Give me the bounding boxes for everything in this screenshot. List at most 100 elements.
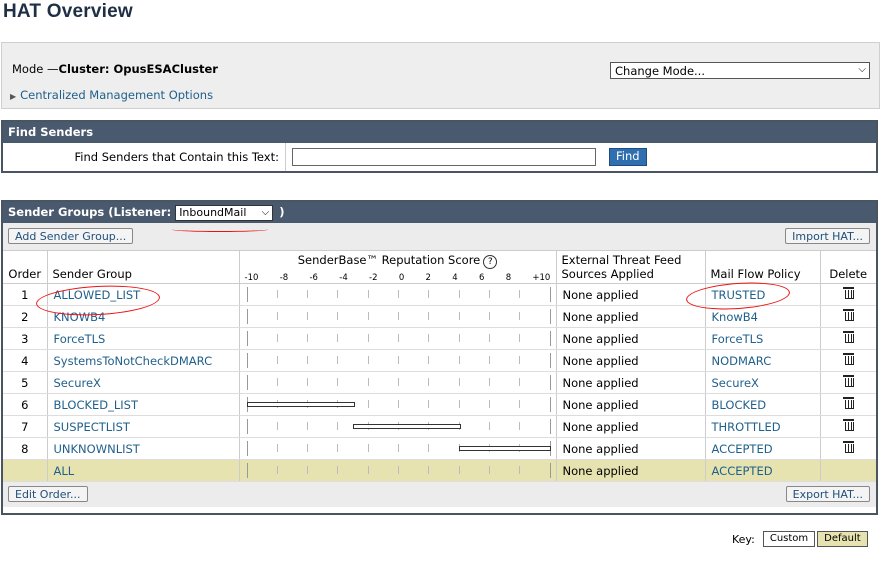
scale-end-mark <box>549 331 551 346</box>
delete-cell <box>820 393 876 416</box>
table-row: 4 SystemsToNotCheckDMARC None applied NODMA… <box>3 349 876 372</box>
scale-end-mark <box>246 441 248 456</box>
trash-icon[interactable] <box>842 287 854 299</box>
scale-tick-mark <box>276 378 278 386</box>
export-hat-button[interactable]: Export HAT... <box>785 486 870 502</box>
mail-flow-policy-link[interactable]: ACCEPTED <box>712 464 773 478</box>
sender-group-cell: SUSPECTLIST <box>47 415 240 438</box>
order-cell: 5 <box>3 371 48 394</box>
find-button[interactable]: Find <box>609 148 647 166</box>
col-mail-flow-policy: Mail Flow Policy <box>705 251 821 284</box>
sender-group-link[interactable]: ALL <box>54 464 75 478</box>
external-threat-cell: None applied <box>556 459 706 482</box>
scale-tick-mark <box>458 466 460 474</box>
scale-tick-mark <box>398 444 399 452</box>
trash-icon[interactable] <box>842 353 854 365</box>
reputation-score-cell <box>239 349 557 372</box>
scale-tick-mark <box>367 312 369 320</box>
find-senders-input[interactable] <box>292 148 596 166</box>
delete-cell <box>820 283 876 306</box>
table-row-all: ALL None applied ACCEPTED <box>3 459 876 482</box>
mail-flow-policy-cell: NODMARC <box>705 349 821 372</box>
scale-tick-mark <box>458 290 460 298</box>
sender-group-cell: SecureX <box>47 371 240 394</box>
scale-tick-mark <box>488 312 490 320</box>
scale-end-mark <box>549 463 551 478</box>
scale-tick-mark <box>519 312 521 320</box>
scale-tick-mark <box>428 334 430 342</box>
scale-tick-mark <box>337 444 339 452</box>
scale-tick-mark <box>307 378 309 386</box>
mail-flow-policy-link[interactable]: ForceTLS <box>712 332 764 346</box>
sender-group-link[interactable]: BLOCKED_LIST <box>54 398 139 412</box>
table-row: 5 SecureX None applied SecureX <box>3 371 876 394</box>
scale-end-mark <box>549 353 551 368</box>
scale-tick-mark <box>367 356 369 364</box>
reputation-scale <box>240 306 556 327</box>
scale-tick-mark <box>488 400 490 408</box>
mail-flow-policy-link[interactable]: ACCEPTED <box>712 442 773 456</box>
table-row: 8 UNKNOWNLIST None applied ACCEPTED <box>3 437 876 460</box>
delete-cell <box>820 459 876 482</box>
scale-tick-mark <box>488 422 490 430</box>
score-range-bar <box>352 424 461 429</box>
cluster-name: Cluster: OpusESACluster <box>58 62 218 76</box>
score-tick-label: -4 <box>339 273 348 283</box>
scale-end-mark <box>549 375 551 390</box>
col-ext-line1: External Threat Feed <box>561 253 682 267</box>
mail-flow-policy-link[interactable]: SecureX <box>712 376 759 390</box>
help-icon[interactable]: ? <box>483 255 498 269</box>
scale-tick-mark <box>276 334 278 342</box>
centralized-management-link[interactable]: ▶ Centralized Management Options <box>10 88 213 102</box>
edit-order-button[interactable]: Edit Order... <box>8 486 88 502</box>
external-threat-cell: None applied <box>556 283 706 306</box>
scale-tick-mark <box>307 466 309 474</box>
delete-cell <box>820 349 876 372</box>
mail-flow-policy-link[interactable]: BLOCKED <box>712 398 767 412</box>
mail-flow-policy-link[interactable]: NODMARC <box>712 354 772 368</box>
table-row: 6 BLOCKED_LIST None applied BLOCKED <box>3 393 876 416</box>
add-sender-group-button[interactable]: Add Sender Group... <box>8 228 134 244</box>
key-default: Default <box>817 531 868 547</box>
sender-group-cell: BLOCKED_LIST <box>47 393 240 416</box>
mail-flow-policy-link[interactable]: THROTTLED <box>712 420 781 434</box>
trash-icon[interactable] <box>842 419 854 431</box>
trash-icon[interactable] <box>842 309 854 321</box>
listener-select[interactable]: InboundMail ⌵ <box>175 204 274 221</box>
sender-groups-header: Sender Groups (Listener: InboundMail ⌵ ) <box>3 202 876 223</box>
trash-icon[interactable] <box>842 397 854 409</box>
trash-icon[interactable] <box>842 331 854 343</box>
scale-tick-mark <box>307 290 309 298</box>
scale-end-mark <box>246 353 248 368</box>
mail-flow-policy-cell: BLOCKED <box>705 393 821 416</box>
scale-tick-mark <box>398 466 399 474</box>
scale-tick-mark <box>337 312 339 320</box>
scale-end-mark <box>246 463 248 478</box>
scale-tick-mark <box>458 378 460 386</box>
trash-icon[interactable] <box>842 375 854 387</box>
sender-groups-bottom-bar: Edit Order... Export HAT... <box>3 482 876 507</box>
change-mode-select[interactable]: Change Mode... ⌵ <box>610 62 870 79</box>
sender-group-link[interactable]: SecureX <box>54 376 101 390</box>
reputation-scale <box>240 350 556 371</box>
sender-group-link[interactable]: UNKNOWNLIST <box>54 442 140 456</box>
table-row: 3 ForceTLS None applied ForceTLS <box>3 327 876 350</box>
scale-tick-mark <box>367 466 369 474</box>
sender-group-link[interactable]: ForceTLS <box>54 332 106 346</box>
score-tick-label: 8 <box>505 273 512 283</box>
mail-flow-policy-link[interactable]: KnowB4 <box>712 310 758 324</box>
listener-value: InboundMail <box>179 205 247 219</box>
delete-cell <box>820 437 876 460</box>
scale-tick-mark <box>276 466 278 474</box>
scale-tick-mark <box>276 422 278 430</box>
import-hat-button[interactable]: Import HAT... <box>785 228 870 244</box>
delete-cell <box>820 327 876 350</box>
reputation-scale <box>240 438 556 459</box>
sender-group-link[interactable]: SystemsToNotCheckDMARC <box>54 354 213 368</box>
table-row: 7 SUSPECTLIST None applied THROTTLED <box>3 415 876 438</box>
trash-icon[interactable] <box>842 441 854 453</box>
sender-group-link[interactable]: SUSPECTLIST <box>54 420 130 434</box>
mail-flow-policy-cell: SecureX <box>705 371 821 394</box>
scale-tick-mark <box>367 444 369 452</box>
mail-flow-policy-cell: THROTTLED <box>705 415 821 438</box>
